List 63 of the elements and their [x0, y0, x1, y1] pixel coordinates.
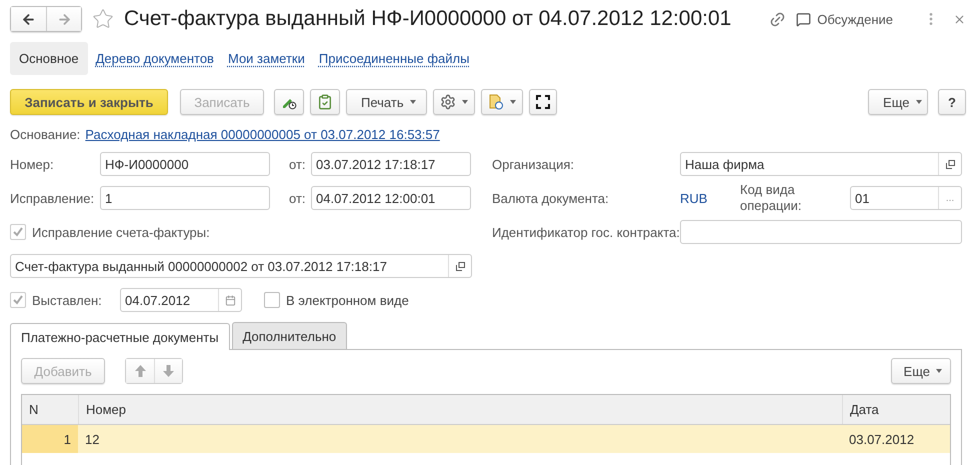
move-down-button[interactable]	[154, 359, 182, 383]
section-tab[interactable]: Присоединенные файлы	[312, 42, 476, 74]
field-label: от:	[289, 156, 307, 172]
save-close-button[interactable]: Записать и закрыть	[10, 89, 168, 115]
more-button[interactable]: Еще	[868, 89, 928, 115]
table-row[interactable]: 1 12 03.07.2012	[22, 425, 950, 453]
field-label: Идентификатор гос. контракта:	[492, 224, 680, 240]
settings-button[interactable]	[432, 89, 475, 115]
open-icon[interactable]	[946, 160, 954, 168]
clipboard-button[interactable]	[310, 89, 340, 115]
checkbox[interactable]	[264, 292, 280, 308]
discussion-link[interactable]: Обсуждение	[796, 12, 893, 26]
input-field[interactable]: Наша фирма	[680, 152, 962, 176]
input-field[interactable]: 01 ...	[850, 186, 962, 210]
tab[interactable]: Дополнительно	[232, 322, 348, 349]
input-field[interactable]	[680, 220, 962, 244]
section-tab[interactable]: Дерево документов	[90, 42, 220, 74]
column-header[interactable]: N	[22, 395, 78, 424]
field-label: Валюта документа:	[492, 190, 610, 206]
close-icon[interactable]	[953, 12, 966, 26]
date-field[interactable]: 04.07.2012 12:00:01	[311, 186, 471, 210]
help-button[interactable]: ?	[938, 89, 966, 115]
up-arrow-icon	[134, 365, 146, 377]
column-header[interactable]: Дата	[842, 395, 950, 424]
field-label: Номер:	[10, 156, 55, 172]
document-button[interactable]	[480, 89, 523, 115]
window-title: Счет-фактура выданный НФ-И0000000 от 04.07.2012 12:00:01	[124, 7, 732, 31]
basis-link[interactable]: Расходная накладная 00000000005 от 03.07.2012 16:53:57	[85, 127, 440, 142]
section-tab[interactable]: Мои заметки	[222, 42, 311, 74]
field-label: Организация:	[492, 156, 576, 172]
field-label: Код вида операции:	[740, 182, 803, 214]
back-button[interactable]	[11, 7, 46, 31]
input-field[interactable]: 1	[100, 186, 270, 210]
more-button[interactable]: Еще	[890, 358, 951, 384]
input-field[interactable]: Счет-фактура выданный 00000000002 от 03.07.2012 17:18:17	[10, 254, 472, 278]
currency-link[interactable]: RUB	[680, 190, 740, 206]
date-field[interactable]: 03.07.2012 17:18:17	[311, 152, 471, 176]
checkbox-label: Исправление счета-фактуры:	[32, 224, 210, 240]
edit-button[interactable]	[274, 89, 304, 115]
print-button[interactable]: Печать	[346, 89, 427, 115]
tab[interactable]: Платежно-расчетные документы	[10, 323, 230, 350]
section-tab[interactable]: Основное	[10, 42, 88, 74]
down-arrow-icon	[163, 365, 174, 377]
fullscreen-button[interactable]	[528, 89, 557, 115]
fullscreen-icon	[536, 95, 550, 109]
star-icon[interactable]	[92, 8, 114, 30]
field-label: от:	[289, 190, 307, 206]
gear-icon[interactable]	[440, 94, 456, 110]
calendar-icon[interactable]	[224, 294, 236, 306]
table-cell-text: 12	[84, 430, 100, 448]
checkbox-label: В электронном виде	[286, 292, 409, 308]
document-clock-icon	[488, 94, 504, 110]
input-field[interactable]: НФ-И0000000	[100, 152, 270, 176]
field-label: Исправление:	[10, 190, 96, 206]
basis-label: Основание:	[10, 127, 80, 142]
open-icon[interactable]	[456, 262, 464, 270]
clipboard-check-icon[interactable]	[317, 94, 333, 110]
speech-bubble-icon[interactable]	[796, 12, 812, 26]
checkbox-label: Выставлен:	[32, 292, 102, 308]
table-cell: 1	[22, 425, 78, 453]
column-header[interactable]: Номер	[78, 395, 842, 424]
move-up-button[interactable]	[126, 359, 154, 383]
table-cell-text: 03.07.2012	[848, 430, 916, 448]
